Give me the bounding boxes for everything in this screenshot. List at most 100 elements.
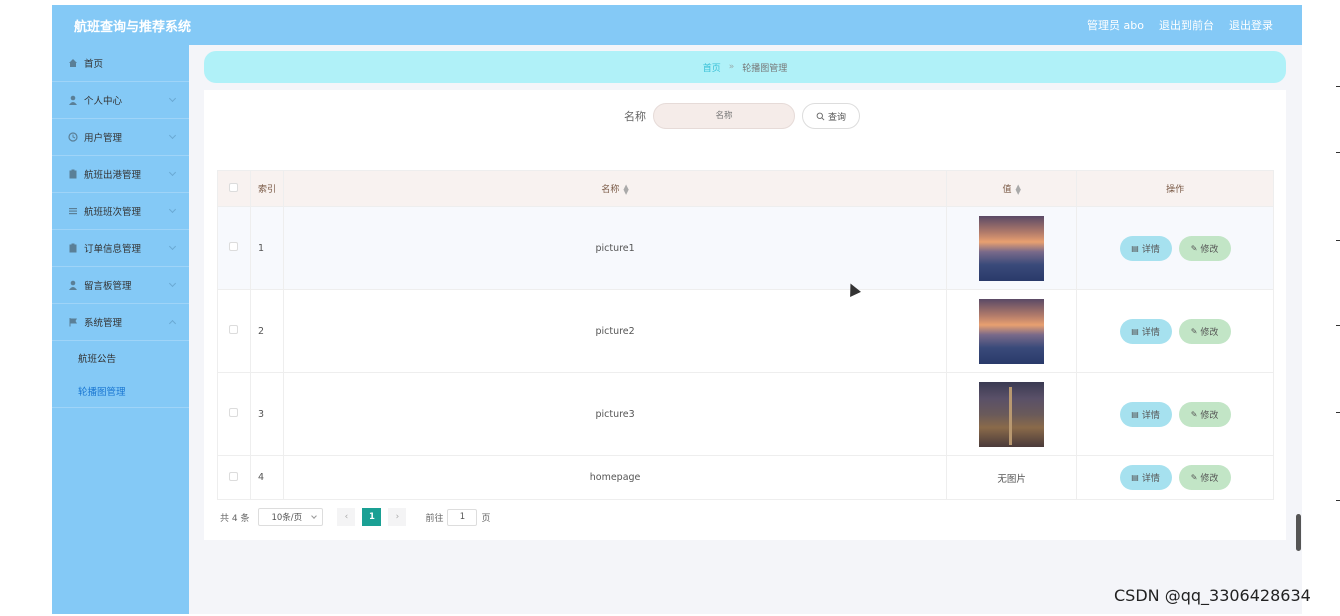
sunset-thumbnail bbox=[979, 215, 1045, 281]
prev-page-button[interactable]: ‹ bbox=[337, 508, 356, 526]
document-icon: ▤ bbox=[1131, 473, 1139, 482]
page-size-value: 10条/页 bbox=[271, 513, 303, 523]
detail-button[interactable]: ▤ 详情 bbox=[1119, 318, 1172, 344]
edge-tick bbox=[1336, 240, 1340, 241]
exit-to-front-link[interactable]: 退出到前台 bbox=[1159, 17, 1214, 33]
sidebar-item-home[interactable]: 首页 bbox=[52, 45, 189, 82]
detail-label: 详情 bbox=[1141, 244, 1160, 255]
row-actions: ▤ 详情 ✎ 修改 bbox=[1076, 372, 1274, 456]
user-icon bbox=[69, 95, 77, 105]
row-value bbox=[946, 372, 1078, 456]
admin-user[interactable]: 管理员 abo bbox=[1087, 17, 1144, 33]
sidebar-subitem-carousel[interactable]: 轮播图管理 bbox=[52, 374, 189, 407]
current-page-button[interactable]: 1 bbox=[362, 508, 382, 526]
sidebar-item-system-management[interactable]: 系统管理 bbox=[52, 304, 189, 341]
edge-tick bbox=[1336, 412, 1340, 413]
breadcrumb: 首页 » 轮播图管理 bbox=[204, 51, 1286, 83]
search-icon bbox=[816, 112, 825, 120]
search-input[interactable] bbox=[653, 103, 795, 129]
sidebar-item-label: 航班班次管理 bbox=[84, 207, 142, 218]
sidebar-item-departure-management[interactable]: 航班出港管理 bbox=[52, 156, 189, 193]
edit-button[interactable]: ✎ 修改 bbox=[1178, 465, 1231, 490]
table-row: 1 picture1 ▤ 详情 ✎ 修改 bbox=[217, 206, 1274, 290]
sidebar-item-message-board[interactable]: 留言板管理 bbox=[52, 267, 189, 304]
sidebar-item-label: 首页 bbox=[84, 59, 104, 70]
city-thumbnail bbox=[979, 381, 1045, 447]
row-checkbox[interactable] bbox=[229, 471, 239, 481]
pencil-icon: ✎ bbox=[1190, 473, 1198, 482]
row-actions: ▤ 详情 ✎ 修改 bbox=[1076, 289, 1274, 373]
total-count: 共 4 条 bbox=[220, 513, 250, 524]
sidebar-item-label: 订单信息管理 bbox=[84, 244, 142, 255]
document-icon: ▤ bbox=[1131, 326, 1139, 336]
goto-page-input[interactable] bbox=[447, 508, 478, 526]
row-name: picture2 bbox=[282, 289, 948, 373]
name-header-label: 名称 bbox=[601, 185, 620, 195]
select-all-cell bbox=[217, 170, 251, 207]
detail-button[interactable]: ▤ 详情 bbox=[1119, 401, 1172, 427]
header-actions: 管理员 abo 退出到前台 退出登录 bbox=[1087, 17, 1273, 33]
sort-icon[interactable]: ▲ ▼ bbox=[1015, 183, 1020, 195]
pencil-icon: ✎ bbox=[1190, 326, 1198, 336]
edit-label: 修改 bbox=[1200, 244, 1219, 255]
breadcrumb-separator: » bbox=[728, 62, 735, 72]
sunset-thumbnail bbox=[979, 298, 1045, 364]
sidebar-item-user-management[interactable]: 用户管理 bbox=[52, 119, 189, 156]
document-icon: ▤ bbox=[1131, 243, 1139, 253]
sidebar-item-personal-center[interactable]: 个人中心 bbox=[52, 82, 189, 119]
row-actions: ▤ 详情 ✎ 修改 bbox=[1076, 206, 1274, 290]
row-checkbox[interactable] bbox=[229, 242, 239, 251]
name-header[interactable]: 名称 ▲ ▼ bbox=[282, 170, 948, 207]
table-row: 2 picture2 ▤ 详情 ✎ 修改 bbox=[217, 289, 1274, 373]
clipboard-icon bbox=[69, 243, 77, 253]
row-value bbox=[946, 206, 1078, 290]
chevron-down-icon bbox=[168, 168, 177, 177]
row-checkbox[interactable] bbox=[229, 325, 239, 334]
row-checkbox[interactable] bbox=[229, 408, 239, 417]
scrollbar-thumb[interactable] bbox=[1296, 514, 1301, 551]
row-name: homepage bbox=[282, 455, 948, 500]
next-page-button[interactable]: › bbox=[388, 508, 407, 526]
edit-label: 修改 bbox=[1200, 327, 1219, 338]
page-suffix: 页 bbox=[481, 513, 491, 524]
chevron-down-icon bbox=[168, 131, 177, 140]
sidebar-item-label: 留言板管理 bbox=[84, 281, 132, 292]
query-button-label: 查询 bbox=[827, 112, 846, 123]
chevron-down-icon bbox=[168, 279, 177, 288]
chevron-up-icon bbox=[168, 319, 177, 328]
edit-button[interactable]: ✎ 修改 bbox=[1178, 235, 1231, 261]
pencil-icon: ✎ bbox=[1190, 243, 1198, 253]
value-header[interactable]: 值 ▲ ▼ bbox=[946, 170, 1078, 207]
sidebar-item-label: 个人中心 bbox=[84, 96, 123, 107]
pagination: 共 4 条 10条/页 ‹ 1 › 前往 页 bbox=[220, 508, 490, 526]
table-row: 3 picture3 ▤ 详情 ✎ 修改 bbox=[217, 372, 1274, 456]
detail-button[interactable]: ▤ 详情 bbox=[1119, 235, 1172, 261]
sidebar-item-schedule-management[interactable]: 航班班次管理 bbox=[52, 193, 189, 230]
document-icon: ▤ bbox=[1131, 409, 1139, 419]
edit-button[interactable]: ✎ 修改 bbox=[1178, 318, 1231, 344]
edge-tick bbox=[1336, 500, 1340, 501]
search-bar: 名称 查询 bbox=[624, 103, 860, 129]
row-value-no-image: 无图片 bbox=[946, 455, 1078, 500]
goto-label: 前往 bbox=[425, 513, 444, 524]
query-button[interactable]: 查询 bbox=[802, 103, 860, 129]
index-header: 索引 bbox=[249, 170, 284, 207]
sidebar-subitem-flight-notice[interactable]: 航班公告 bbox=[52, 341, 189, 374]
page-size-select[interactable]: 10条/页 bbox=[258, 508, 324, 526]
list-icon bbox=[69, 208, 77, 215]
row-index: 3 bbox=[249, 372, 284, 456]
breadcrumb-home-link[interactable]: 首页 bbox=[703, 61, 721, 74]
sort-icon[interactable]: ▲ ▼ bbox=[623, 183, 628, 195]
edit-label: 修改 bbox=[1200, 474, 1219, 484]
logout-link[interactable]: 退出登录 bbox=[1229, 17, 1273, 33]
clock-icon bbox=[68, 132, 78, 142]
chevron-down-icon bbox=[168, 205, 177, 214]
edit-button[interactable]: ✎ 修改 bbox=[1178, 401, 1231, 427]
select-all-checkbox[interactable] bbox=[229, 182, 239, 192]
breadcrumb-current: 轮播图管理 bbox=[742, 63, 788, 74]
row-index: 4 bbox=[249, 455, 284, 500]
detail-button[interactable]: ▤ 详情 bbox=[1119, 465, 1172, 490]
sidebar-item-order-management[interactable]: 订单信息管理 bbox=[52, 230, 189, 267]
system-submenu: 航班公告 轮播图管理 bbox=[52, 341, 189, 408]
sidebar-item-label: 用户管理 bbox=[84, 133, 123, 144]
